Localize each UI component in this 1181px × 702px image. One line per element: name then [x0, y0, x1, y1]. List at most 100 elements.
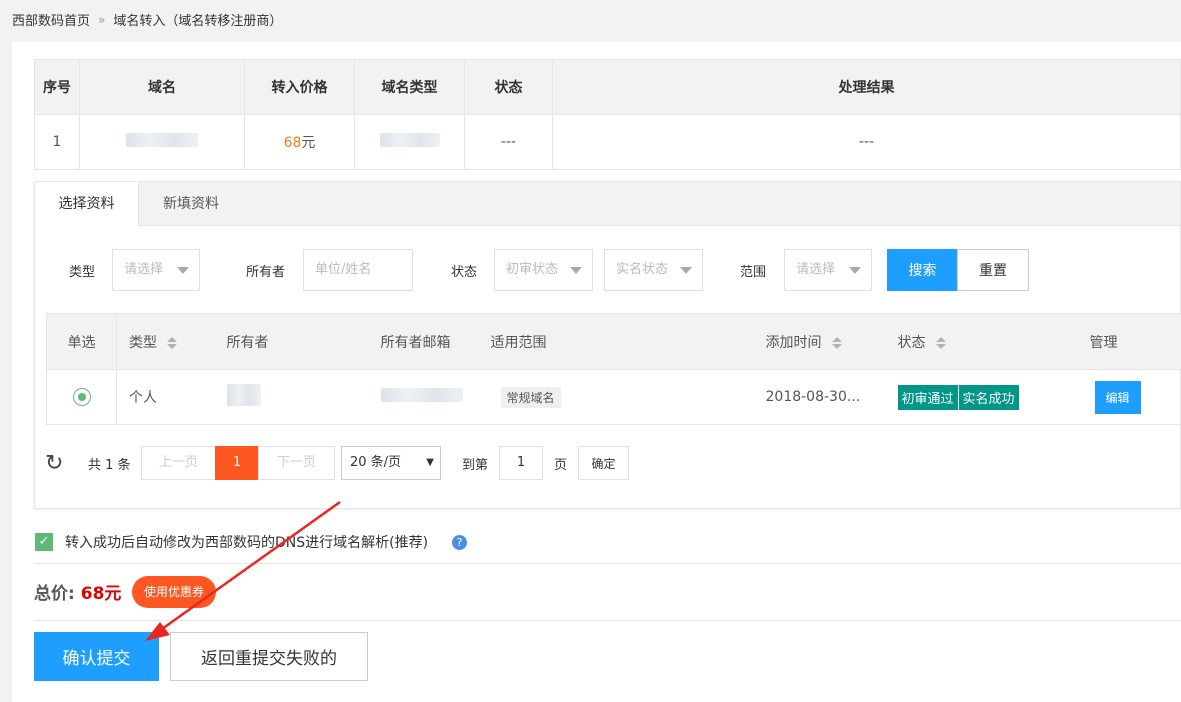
header-manage: 管理 — [1089, 313, 1181, 370]
cell-scope: 常规域名 — [490, 369, 766, 425]
help-icon[interactable]: ? — [452, 534, 468, 550]
cell-index: 1 — [34, 114, 80, 170]
confirm-submit-button[interactable]: 确认提交 — [34, 632, 159, 681]
cell-domain-type — [354, 114, 465, 170]
filter-realname-status-select[interactable]: 实名状态 — [604, 249, 703, 291]
chevron-down-icon — [570, 267, 582, 274]
cell-status: 初审通过 实名成功 — [897, 369, 1090, 425]
sort-icon[interactable] — [167, 336, 177, 349]
profile-table-header: 单选 类型 所有者 所有者邮箱 适用范围 添加时间 状态 管理 — [46, 313, 1181, 370]
tab-select-profile[interactable]: 选择资料 — [35, 182, 139, 227]
filter-scope-placeholder: 请选择 — [796, 262, 836, 277]
breadcrumb: 西部数码首页 » 域名转入（域名转移注册商） — [12, 10, 283, 30]
chevron-down-icon — [849, 267, 861, 274]
pager-size-select[interactable]: 20 条/页 ▼ — [341, 446, 441, 480]
reset-button[interactable]: 重置 — [957, 249, 1029, 291]
pager-prev-button[interactable]: 上一页 — [141, 446, 216, 480]
pager-total: 共 1 条 — [88, 458, 131, 473]
cell-price: 68元 — [244, 114, 355, 170]
pager-goto-input[interactable]: 1 — [499, 446, 543, 480]
pagination: ↻ 共 1 条 上一页 1 下一页 20 条/页 ▼ 到第 1 页 确定 — [35, 446, 1180, 480]
filter-realname-status-placeholder: 实名状态 — [616, 262, 669, 277]
status-badge-review: 初审通过 — [897, 384, 958, 410]
filter-owner-input[interactable]: 单位/姓名 — [303, 249, 413, 291]
total-label: 总价: — [34, 584, 75, 604]
search-button[interactable]: 搜索 — [887, 249, 958, 291]
header-radio: 单选 — [46, 313, 117, 370]
pager-size-value: 20 条/页 — [350, 455, 402, 470]
tab-new-profile[interactable]: 新填资料 — [139, 182, 243, 226]
cell-owner — [226, 369, 381, 425]
filter-type-select[interactable]: 请选择 — [112, 249, 200, 291]
filter-owner-placeholder: 单位/姓名 — [315, 262, 372, 277]
filter-review-status-placeholder: 初审状态 — [506, 262, 559, 277]
cell-result: --- — [552, 114, 1181, 170]
breadcrumb-current: 域名转入（域名转移注册商） — [113, 14, 283, 29]
cell-status: --- — [464, 114, 553, 170]
use-coupon-button[interactable]: 使用优惠券 — [132, 576, 217, 608]
profile-table: 单选 类型 所有者 所有者邮箱 适用范围 添加时间 状态 管理 个人 常规域名 … — [46, 313, 1181, 425]
filter-owner-label: 所有者 — [246, 265, 286, 280]
dns-option-label: 转入成功后自动修改为西部数码的DNS进行域名解析(推荐) — [65, 535, 429, 551]
sort-icon[interactable] — [935, 336, 946, 349]
filter-bar: 类型 请选择 所有者 单位/姓名 状态 初审状态 实名状态 范围 请选择 搜索 … — [35, 249, 1180, 291]
header-status-label: 状态 — [897, 334, 926, 351]
breadcrumb-separator-icon: » — [98, 12, 106, 27]
radio-selected[interactable] — [72, 388, 91, 406]
header-status: 状态 — [464, 59, 553, 115]
blurred-domain-type — [379, 133, 440, 147]
sort-icon[interactable] — [831, 336, 842, 349]
header-type[interactable]: 类型 — [116, 313, 227, 370]
edit-button[interactable]: 编辑 — [1094, 380, 1141, 414]
pager-confirm-button[interactable]: 确定 — [578, 446, 629, 480]
breadcrumb-home[interactable]: 西部数码首页 — [12, 10, 90, 29]
cell-type: 个人 — [116, 369, 227, 425]
resubmit-failed-button[interactable]: 返回重提交失败的 — [170, 632, 368, 681]
blurred-domain — [126, 133, 198, 147]
cell-owner-email — [380, 369, 491, 425]
chevron-down-icon — [177, 267, 189, 274]
blurred-owner — [226, 384, 261, 406]
header-index: 序号 — [34, 59, 80, 115]
header-domain-type: 域名类型 — [354, 59, 465, 115]
filter-scope-select[interactable]: 请选择 — [784, 249, 872, 291]
dns-option-row: ✓ 转入成功后自动修改为西部数码的DNS进行域名解析(推荐) ? — [35, 532, 468, 552]
pager-next-button[interactable]: 下一页 — [258, 446, 335, 480]
total-amount: 68元 — [80, 584, 122, 604]
caret-down-icon: ▼ — [426, 457, 434, 468]
cell-manage: 编辑 — [1089, 369, 1181, 425]
total-price: 总价: 68元 — [34, 579, 121, 604]
cell-added-time: 2018-08-30... — [765, 369, 898, 425]
status-badge-realname: 实名成功 — [958, 384, 1019, 410]
divider — [34, 563, 1181, 564]
dns-checkbox[interactable]: ✓ — [35, 533, 53, 551]
price-value: 68 — [283, 135, 302, 151]
filter-type-label: 类型 — [69, 265, 96, 280]
scope-tag: 常规域名 — [500, 386, 561, 408]
header-price: 转入价格 — [244, 59, 355, 115]
domain-table: 序号 域名 转入价格 域名类型 状态 处理结果 1 68元 --- --- — [34, 59, 1181, 170]
table-row: 个人 常规域名 2018-08-30... 初审通过 实名成功 编辑 — [46, 369, 1181, 425]
tab-bar: 选择资料 新填资料 — [35, 182, 1180, 227]
price-unit: 元 — [301, 135, 316, 151]
header-added-time[interactable]: 添加时间 — [765, 313, 898, 370]
profile-tab-box: 选择资料 新填资料 类型 请选择 所有者 单位/姓名 状态 初审状态 实名状态 … — [34, 181, 1181, 509]
header-result: 处理结果 — [552, 59, 1181, 115]
header-type-label: 类型 — [129, 334, 157, 351]
filter-type-placeholder: 请选择 — [124, 262, 164, 277]
main-panel: 序号 域名 转入价格 域名类型 状态 处理结果 1 68元 --- --- 选择… — [12, 42, 1181, 702]
filter-status-label: 状态 — [451, 265, 478, 280]
filter-scope-label: 范围 — [740, 265, 767, 280]
pager-page-label: 页 — [554, 458, 568, 473]
refresh-icon[interactable]: ↻ — [45, 451, 63, 476]
cell-radio — [46, 369, 117, 425]
header-status[interactable]: 状态 — [897, 313, 1090, 370]
pager-current-page[interactable]: 1 — [215, 446, 259, 480]
header-owner: 所有者 — [226, 313, 381, 370]
cell-domain — [79, 114, 245, 170]
pager-goto-label: 到第 — [462, 458, 489, 473]
domain-table-header: 序号 域名 转入价格 域名类型 状态 处理结果 — [34, 59, 1181, 115]
divider — [34, 620, 1181, 621]
filter-review-status-select[interactable]: 初审状态 — [494, 249, 593, 291]
blurred-email — [380, 388, 463, 402]
